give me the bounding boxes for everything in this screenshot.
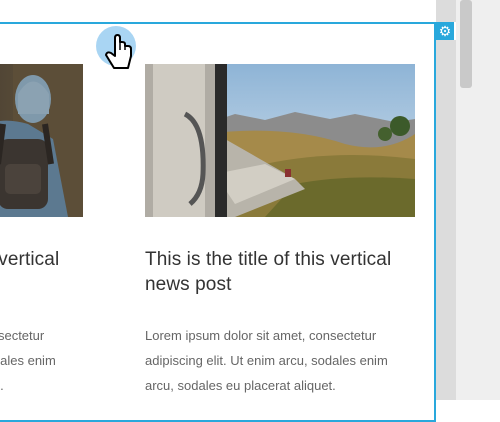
news-card-1-title[interactable]: This is the title of this vertical news … (0, 247, 83, 297)
selected-section-frame[interactable]: This is the title of this vertical news … (0, 22, 436, 422)
editor-gutter (436, 40, 456, 400)
news-card-2-excerpt: Lorem ipsum dolor sit amet, consectetur … (145, 328, 388, 393)
news-card-1[interactable]: This is the title of this vertical news … (0, 64, 83, 398)
gutter-top (436, 0, 456, 22)
hand-pointer-icon (94, 26, 142, 78)
news-card-2[interactable]: This is the title of this vertical news … (145, 64, 415, 398)
hiker-backpack-photo[interactable] (0, 64, 83, 217)
gear-icon[interactable]: ⚙ (436, 22, 454, 40)
train-landscape-photo[interactable] (145, 64, 415, 217)
news-card-1-excerpt: Lorem ipsum dolor sit amet, consectetur … (0, 328, 56, 393)
scrollbar-thumb[interactable] (460, 0, 472, 88)
news-card-2-title[interactable]: This is the title of this vertical news … (145, 247, 415, 297)
